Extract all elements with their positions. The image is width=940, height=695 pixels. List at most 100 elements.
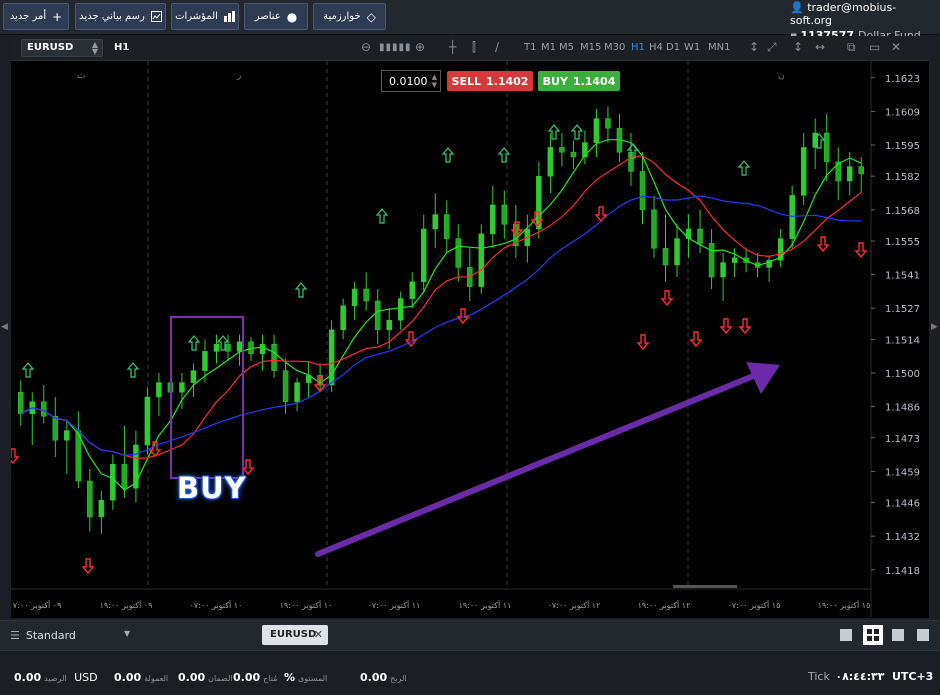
candle-body xyxy=(789,195,795,239)
candle-body xyxy=(64,430,70,441)
zoom-out-icon[interactable]: ⊖ xyxy=(361,40,371,54)
template-select[interactable]: ☰ Standard xyxy=(10,629,76,642)
tab-timeframe-w1[interactable]: W1 xyxy=(684,42,700,53)
candle-body xyxy=(478,233,485,287)
tab-timeframe-m1[interactable]: M1 xyxy=(541,42,556,53)
price-tick-label: 1.1582 xyxy=(885,172,920,183)
candle-body xyxy=(190,370,197,383)
new-chart-label: رسم بياني جديد xyxy=(79,11,145,22)
time-tick-label: ١٥ أكتوبر ١٩:٠٠ xyxy=(818,600,871,610)
chart-icon xyxy=(150,11,162,22)
elements-button[interactable]: عناصر ● xyxy=(244,3,308,30)
buy-button[interactable]: BUY 1.1404 xyxy=(538,71,620,91)
balance-value: 0.00 xyxy=(14,671,42,684)
sell-price: 1.1402 xyxy=(486,74,529,88)
clock: Tick ٠٨:٤٤:٣٣ UTC+3 xyxy=(808,670,933,683)
candle-body xyxy=(605,118,611,129)
time-tick-label: ١٢ أكتوبر ٠٧:٠٠ xyxy=(548,600,601,610)
candle-body xyxy=(271,343,277,371)
price-tick-label: 1.1514 xyxy=(885,335,920,346)
time-tick-label: ٠٩ أكتوبر ١٩:٠٠ xyxy=(100,600,153,610)
candle-body xyxy=(674,238,680,266)
candle-body xyxy=(432,214,438,230)
symbol-select[interactable]: EURUSD ▲ ▼ xyxy=(21,39,103,57)
tab-timeframe-mn1[interactable]: MN1 xyxy=(708,42,730,53)
right-collapse-icon[interactable]: ▶ xyxy=(931,322,938,332)
candle-body xyxy=(294,382,300,403)
left-collapse-icon[interactable]: ◀ xyxy=(1,322,8,332)
time-tick-label: ١١ أكتوبر ١٩:٠٠ xyxy=(459,600,512,610)
candle-body xyxy=(490,204,496,235)
candle-body xyxy=(708,243,715,278)
zoom-slider[interactable]: ▮▮▮▮▮ xyxy=(379,42,412,53)
plus-icon: + xyxy=(52,9,63,24)
price-tick-label: 1.1446 xyxy=(885,499,920,510)
candle-body xyxy=(444,214,450,239)
candle-body xyxy=(87,480,93,518)
crosshair-icon[interactable]: ↕ xyxy=(749,40,759,54)
candle-body xyxy=(455,238,462,268)
candle-chart-icon[interactable]: ⫿ xyxy=(472,40,476,55)
tab-timeframe-m5[interactable]: M5 xyxy=(559,42,574,53)
candle-body xyxy=(547,147,554,177)
price-chart[interactable]: 1.1623 1.1609 1.1595 1.1582 1.1568 1.1555 1.15… xyxy=(11,61,929,618)
balance-label: الرصيد xyxy=(44,674,67,683)
tab-timeframe-m30[interactable]: M30 xyxy=(604,42,625,53)
close-icon[interactable]: ✕ xyxy=(891,40,901,54)
vertical-split-icon[interactable] xyxy=(892,629,904,641)
maximize-icon[interactable]: ▭ xyxy=(869,40,880,54)
expand-icon[interactable]: ⤢ xyxy=(767,40,777,55)
candle-body xyxy=(144,396,151,446)
bar-chart-icon[interactable]: ┼ xyxy=(449,40,456,54)
tab-timeframe-d1[interactable]: D1 xyxy=(666,42,680,53)
candle-body xyxy=(340,305,346,331)
popout-icon[interactable]: ⧉ xyxy=(847,40,856,55)
balance-currency: USD xyxy=(74,671,98,684)
new-chart-button[interactable]: رسم بياني جديد xyxy=(75,3,166,30)
shapes-icon: ● xyxy=(286,9,298,24)
tab-timeframe-m15[interactable]: M15 xyxy=(580,42,601,53)
tab-timeframe-t1[interactable]: T1 xyxy=(524,42,536,53)
tab-eurusd[interactable]: EURUSD ✕ xyxy=(262,625,328,645)
single-layout-icon[interactable] xyxy=(840,629,852,641)
candle-body xyxy=(351,288,358,307)
buy-label: BUY xyxy=(542,74,568,88)
price-tick-label: 1.1418 xyxy=(885,566,920,577)
timezone-value[interactable]: UTC+3 xyxy=(892,670,933,683)
available: 0.00 مُتاح xyxy=(233,671,277,684)
tab-timeframe-h4[interactable]: H4 xyxy=(649,42,663,53)
indicators-button[interactable]: المؤشرات xyxy=(171,3,239,30)
sell-signal-arrow xyxy=(854,242,868,259)
new-order-button[interactable]: أمر جديد + xyxy=(3,3,69,30)
close-tab-icon[interactable]: ✕ xyxy=(314,628,323,641)
margin-label: الضمان xyxy=(208,674,233,683)
elements-label: عناصر xyxy=(254,11,281,22)
horizontal-scale-icon[interactable]: ↔ xyxy=(815,40,825,54)
grid-layout-icon[interactable] xyxy=(863,625,883,645)
vertical-scale-icon[interactable]: ↕ xyxy=(793,40,803,54)
candle-body xyxy=(110,463,116,501)
horizontal-scrollbar[interactable] xyxy=(673,585,737,588)
line-chart-icon[interactable]: ∕ xyxy=(495,40,499,54)
time-tick-label: ١١ أكتوبر ٠٧:٠٠ xyxy=(368,600,421,610)
price-tick-label: 1.1473 xyxy=(885,434,920,445)
lot-size-field[interactable]: 0.0100 ▲ ▼ xyxy=(381,70,441,92)
price-tick-label: 1.1432 xyxy=(885,532,920,543)
candle-body xyxy=(202,351,208,371)
tick-label: Tick xyxy=(808,670,830,683)
buy-signal-arrow xyxy=(294,282,308,298)
chevron-down-icon[interactable]: ▼ xyxy=(124,629,130,638)
horizontal-split-icon[interactable] xyxy=(917,629,929,641)
available-label: مُتاح xyxy=(263,674,278,683)
level: % المستوى xyxy=(284,671,327,684)
sell-signal-arrow xyxy=(636,334,650,351)
candle-body xyxy=(846,166,853,182)
candle-body xyxy=(559,147,565,153)
sell-button[interactable]: SELL 1.1402 xyxy=(447,71,533,91)
algorithm-button[interactable]: خوارزمية ◇ xyxy=(313,3,386,30)
zoom-in-icon[interactable]: ⊕ xyxy=(415,40,425,54)
sell-signal-arrow xyxy=(660,290,674,307)
tab-timeframe-h1[interactable]: H1 xyxy=(631,42,645,53)
candle-body xyxy=(18,391,24,415)
price-tick-label: 1.1555 xyxy=(885,237,920,248)
